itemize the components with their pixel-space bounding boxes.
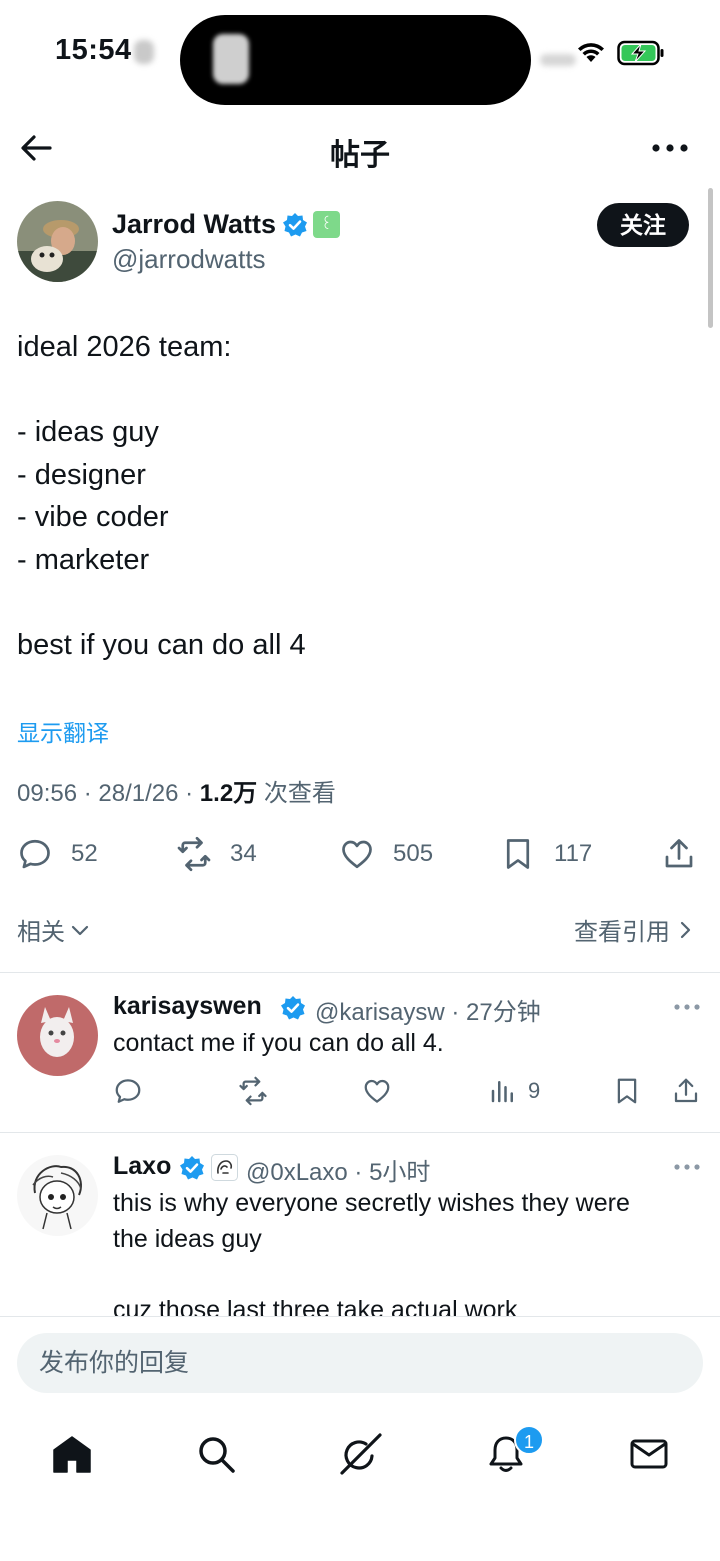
battery-charging-icon [617, 40, 664, 66]
reply-action[interactable]: 52 [17, 834, 98, 874]
top-nav: 帖子 [0, 118, 720, 178]
analytics-icon [491, 1081, 513, 1103]
view-count: 1.2万 [199, 780, 258, 807]
tweet-timestamp: 09:56 · 28/1/26 · [17, 780, 200, 807]
view-quotes-label: 查看引用 [574, 919, 670, 946]
reply-view-count: 9 [528, 1078, 541, 1103]
view-quotes-link[interactable]: 查看引用 [574, 912, 696, 947]
reply-handle[interactable]: @0xLaxo · 5小时 [246, 1152, 430, 1187]
bookmark-icon [506, 839, 530, 869]
tweet-line: - designer [17, 458, 146, 491]
reply-icon [20, 839, 50, 869]
bookmark-count: 117 [554, 840, 593, 867]
related-filter[interactable]: 相关 [17, 912, 91, 947]
verified-badge-icon [180, 1156, 204, 1180]
reply-like-action[interactable] [362, 1076, 392, 1106]
reply-avatar-image [17, 995, 98, 1076]
affiliate-badge-icon [211, 1154, 238, 1181]
share-icon [674, 1078, 698, 1103]
tweet-meta: 09:56 · 28/1/26 · 1.2万 次查看 [17, 773, 336, 808]
follow-button[interactable]: 关注 [597, 203, 689, 247]
status-blurred-indicator [134, 40, 154, 64]
home-icon[interactable] [50, 1432, 94, 1476]
author-name[interactable]: Jarrod Watts [112, 209, 276, 240]
reply-input[interactable] [17, 1333, 703, 1393]
reply-author-name[interactable]: Laxo [113, 1152, 171, 1181]
chevron-down-icon [71, 925, 89, 935]
carrier-blurred [540, 54, 576, 66]
status-time: 15:54 [55, 34, 132, 66]
heart-icon [364, 1079, 390, 1103]
repost-action[interactable]: 34 [176, 834, 257, 874]
tweet-line: - vibe coder [17, 501, 169, 534]
reply-avatar[interactable] [17, 995, 98, 1076]
divider [0, 1132, 720, 1133]
show-translation-link[interactable]: 显示翻译 [17, 714, 109, 748]
page-title: 帖子 [330, 139, 390, 172]
reply-repost-action[interactable] [238, 1076, 268, 1106]
reply-text-line [113, 1257, 703, 1293]
tweet-line: - marketer [17, 543, 150, 576]
reply-icon [115, 1079, 141, 1103]
author-handle[interactable]: @jarrodwatts [112, 244, 266, 275]
tweet-line [17, 582, 697, 625]
reply-author-name[interactable]: karisayswen [113, 992, 262, 1021]
repost-icon [239, 1076, 267, 1106]
tweet-line [17, 369, 697, 412]
related-label: 相关 [17, 919, 65, 946]
author-avatar-image [17, 201, 98, 282]
reply-count: 52 [71, 840, 98, 867]
more-options-icon[interactable] [650, 132, 690, 164]
share-icon [665, 839, 693, 868]
reply-views-action[interactable]: 9 [488, 1076, 540, 1106]
reply-text: contact me if you can do all 4. [113, 1029, 444, 1057]
views-label: 次查看 [257, 780, 336, 807]
grok-icon[interactable] [339, 1432, 383, 1476]
share-action[interactable] [661, 834, 697, 874]
heart-icon [342, 840, 372, 869]
notification-badge: 1 [514, 1425, 544, 1455]
author-avatar[interactable] [17, 201, 98, 282]
repost-icon [177, 836, 211, 872]
like-action[interactable]: 505 [339, 834, 433, 874]
status-bar: 15:54 [0, 0, 720, 108]
reply-more-icon[interactable] [672, 1000, 702, 1014]
reply-more-icon[interactable] [672, 1160, 702, 1174]
tweet-line: ideal 2026 team: [17, 331, 232, 363]
reply-text-line: this is why everyone secretly wishes the… [113, 1189, 630, 1217]
reply-share-action[interactable] [671, 1076, 701, 1106]
reply-avatar-image [17, 1155, 98, 1236]
live-activity-app-icon [213, 34, 249, 84]
wifi-icon [578, 43, 604, 62]
messages-mail-icon[interactable] [627, 1432, 671, 1476]
divider [0, 972, 720, 973]
reply-handle[interactable]: @karisaysw · 27分钟 [315, 992, 541, 1027]
reply-reply-action[interactable] [113, 1076, 143, 1106]
reply-text: this is why everyone secretly wishes the… [113, 1186, 703, 1328]
verified-badge-icon [283, 213, 307, 237]
like-count: 505 [393, 840, 434, 867]
tweet-text: ideal 2026 team: - ideas guy - designer … [17, 326, 697, 667]
bookmark-action[interactable]: 117 [500, 834, 592, 874]
verified-badge-icon [281, 996, 305, 1020]
chevron-right-icon [680, 921, 691, 938]
reply-avatar[interactable] [17, 1155, 98, 1236]
tweet-line: - ideas guy [17, 416, 159, 449]
repost-count: 34 [230, 840, 257, 867]
bookmark-icon [617, 1078, 637, 1104]
reply-text-line: the ideas guy [113, 1224, 262, 1253]
tweet-line: best if you can do all 4 [17, 629, 306, 662]
reply-bookmark-action[interactable] [612, 1076, 642, 1106]
affiliate-badge-icon: ꒰ [313, 211, 340, 238]
search-icon[interactable] [194, 1432, 238, 1476]
scroll-indicator[interactable] [708, 188, 713, 328]
